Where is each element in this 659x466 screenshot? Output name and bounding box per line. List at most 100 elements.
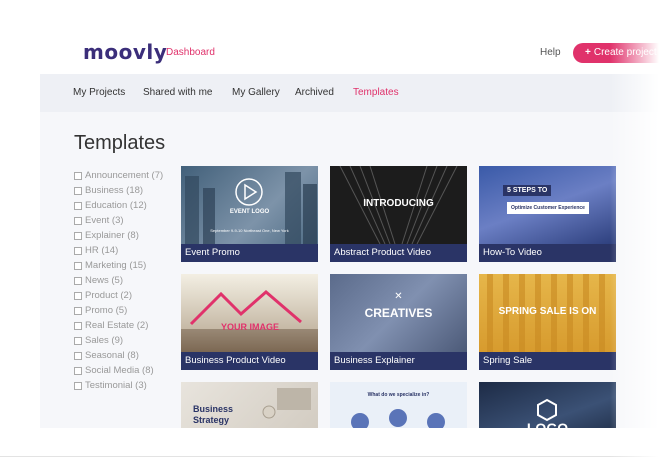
checkbox[interactable]: [74, 201, 82, 210]
thumb-title: LOGO: [526, 420, 569, 428]
dashboard-link[interactable]: Dashboard: [166, 47, 215, 58]
filter-label: Education (12): [85, 200, 147, 211]
create-project-label: Create project: [593, 47, 657, 58]
template-card-business-strategy[interactable]: Business Strategy: [181, 382, 318, 428]
template-thumbnail[interactable]: ✕ CREATIVES: [330, 274, 467, 352]
thumb-title: 5 STEPS TO: [503, 185, 552, 196]
filter-label: Social Media (8): [85, 365, 154, 376]
template-thumbnail[interactable]: 5 STEPS TO Optimize Customer Experience: [479, 166, 616, 244]
template-caption: Business Explainer: [330, 352, 467, 370]
tab-my-projects[interactable]: My Projects: [73, 87, 125, 98]
help-link[interactable]: Help: [540, 47, 561, 58]
filter-seasonal[interactable]: Seasonal (8): [74, 348, 163, 363]
template-card-specialize[interactable]: What do we specialize in?: [330, 382, 467, 428]
template-card-logo[interactable]: LOGO: [479, 382, 616, 428]
filter-explainer[interactable]: Explainer (8): [74, 228, 163, 243]
checkbox[interactable]: [74, 216, 82, 225]
filter-label: News (5): [85, 275, 124, 286]
template-caption: How-To Video: [479, 244, 616, 262]
plus-icon: +: [585, 47, 591, 58]
template-thumbnail[interactable]: LOGO: [479, 382, 616, 428]
checkbox[interactable]: [74, 366, 82, 375]
filter-label: Business (18): [85, 185, 144, 196]
filter-label: Testimonial (3): [85, 380, 147, 391]
checkbox[interactable]: [74, 246, 82, 255]
filter-hr[interactable]: HR (14): [74, 243, 163, 258]
template-thumbnail[interactable]: YOUR IMAGE: [181, 274, 318, 352]
thumb-subtitle: Optimize Customer Experience: [507, 202, 589, 214]
tab-shared-with-me[interactable]: Shared with me: [143, 87, 212, 98]
filter-testimonial[interactable]: Testimonial (3): [74, 378, 163, 393]
filter-label: Real Estate (2): [85, 320, 149, 331]
template-thumbnail[interactable]: Business Strategy: [181, 382, 318, 428]
template-thumbnail[interactable]: EVENT LOGO September 9-9-10 Northeast On…: [181, 166, 318, 244]
filter-label: Seasonal (8): [85, 350, 139, 361]
filter-sales[interactable]: Sales (9): [74, 333, 163, 348]
close-icon: ✕: [394, 291, 403, 302]
moovly-logo[interactable]: moovly: [83, 40, 167, 64]
template-card-abstract-product-video[interactable]: INTRODUCING Abstract Product Video: [330, 166, 467, 262]
filter-news[interactable]: News (5): [74, 273, 163, 288]
checkbox[interactable]: [74, 171, 82, 180]
category-filters: Announcement (7) Business (18) Education…: [74, 168, 163, 393]
bubbles-graphic: [351, 409, 445, 428]
page-title: Templates: [74, 132, 166, 154]
template-card-spring-sale[interactable]: SPRING SALE IS ON Spring Sale: [479, 274, 616, 370]
thumb-title: INTRODUCING: [363, 198, 434, 209]
thumb-title: SPRING SALE IS ON: [498, 306, 597, 317]
thumb-title: EVENT LOGO: [229, 209, 270, 215]
template-card-business-product-video[interactable]: YOUR IMAGE Business Product Video: [181, 274, 318, 370]
create-project-button[interactable]: + Create project: [573, 43, 659, 63]
checkbox[interactable]: [74, 231, 82, 240]
filter-label: Announcement (7): [85, 170, 164, 181]
filter-education[interactable]: Education (12): [74, 198, 163, 213]
checkbox[interactable]: [74, 351, 82, 360]
filter-label: Product (2): [85, 290, 132, 301]
template-caption: Spring Sale: [479, 352, 616, 370]
checkbox[interactable]: [74, 336, 82, 345]
template-caption: Business Product Video: [181, 352, 318, 370]
tab-templates[interactable]: Templates: [353, 87, 399, 98]
thumb-title: CREATIVES: [364, 306, 433, 320]
projects-nav: My Projects Shared with me My Gallery Ar…: [40, 74, 659, 112]
checkbox[interactable]: [74, 306, 82, 315]
tab-archived[interactable]: Archived: [295, 87, 334, 98]
filter-product[interactable]: Product (2): [74, 288, 163, 303]
filter-label: HR (14): [85, 245, 119, 256]
thumb-title: YOUR IMAGE: [221, 322, 280, 332]
checkbox[interactable]: [74, 261, 82, 270]
filter-label: Marketing (15): [85, 260, 147, 271]
thumb-subtitle: September 9-9-10 Northeast One, New York: [210, 228, 289, 233]
template-card-business-explainer[interactable]: ✕ CREATIVES Business Explainer: [330, 274, 467, 370]
filter-label: Promo (5): [85, 305, 128, 316]
checkbox[interactable]: [74, 291, 82, 300]
template-thumbnail[interactable]: What do we specialize in?: [330, 382, 467, 428]
tab-my-gallery[interactable]: My Gallery: [232, 87, 280, 98]
template-thumbnail[interactable]: INTRODUCING: [330, 166, 467, 244]
checkbox[interactable]: [74, 321, 82, 330]
checkbox[interactable]: [74, 186, 82, 195]
top-header: moovly Dashboard Help + Create project: [0, 0, 659, 74]
filter-business[interactable]: Business (18): [74, 183, 163, 198]
filter-promo[interactable]: Promo (5): [74, 303, 163, 318]
filter-social-media[interactable]: Social Media (8): [74, 363, 163, 378]
desk-graphic: [262, 388, 311, 419]
filter-event[interactable]: Event (3): [74, 213, 163, 228]
roof-graphic: [181, 290, 318, 352]
template-card-how-to-video[interactable]: 5 STEPS TO Optimize Customer Experience …: [479, 166, 616, 262]
template-caption: Event Promo: [181, 244, 318, 262]
filter-announcement[interactable]: Announcement (7): [74, 168, 163, 183]
filter-marketing[interactable]: Marketing (15): [74, 258, 163, 273]
checkbox[interactable]: [74, 276, 82, 285]
divider: [0, 456, 659, 457]
template-card-event-promo[interactable]: EVENT LOGO September 9-9-10 Northeast On…: [181, 166, 318, 262]
filter-label: Sales (9): [85, 335, 124, 346]
templates-main: Templates Announcement (7) Business (18)…: [40, 112, 659, 428]
checkbox[interactable]: [74, 381, 82, 390]
filter-label: Event (3): [85, 215, 124, 226]
template-caption: Abstract Product Video: [330, 244, 467, 262]
template-thumbnail[interactable]: SPRING SALE IS ON: [479, 274, 616, 352]
filter-label: Explainer (8): [85, 230, 139, 241]
filter-real-estate[interactable]: Real Estate (2): [74, 318, 163, 333]
bottom-area: [0, 428, 659, 466]
